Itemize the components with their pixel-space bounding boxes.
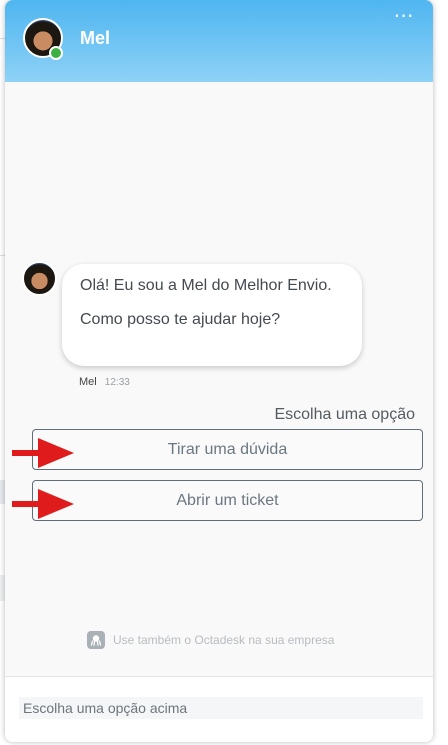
powered-by[interactable]: Use também o Octadesk na sua empresa [87, 631, 334, 649]
agent-name: Mel [80, 28, 111, 48]
message-line: Como posso te ajudar hoje? [80, 311, 281, 328]
message-timestamp: 12:33 [104, 377, 130, 388]
message-bubble: Olá! Eu sou a Mel do Melhor Envio. Como … [62, 264, 362, 366]
chat-header: Mel ⋯ [5, 0, 433, 82]
message-avatar [22, 261, 57, 296]
option-button-tirar-duvida[interactable]: Tirar uma dúvida [32, 429, 423, 470]
online-status-icon [49, 46, 63, 60]
octadesk-logo-icon [87, 631, 105, 649]
more-dots-icon[interactable]: ⋯ [389, 6, 419, 26]
annotation-arrow-icon [12, 489, 74, 519]
powered-by-text: Use também o Octadesk na sua empresa [113, 633, 335, 647]
options-label: Escolha uma opção [274, 406, 415, 423]
message-sender: Mel [79, 376, 97, 388]
message-input[interactable] [19, 697, 423, 719]
message-line: Olá! Eu sou a Mel do Melhor Envio. [80, 277, 332, 294]
chat-widget: Mel ⋯ Olá! Eu sou a Mel do Melhor Envio.… [5, 0, 433, 742]
message-composer [5, 677, 433, 742]
annotation-arrow-icon [12, 438, 74, 468]
option-button-abrir-ticket[interactable]: Abrir um ticket [32, 480, 423, 521]
message-meta: Mel 12:33 [79, 376, 130, 388]
